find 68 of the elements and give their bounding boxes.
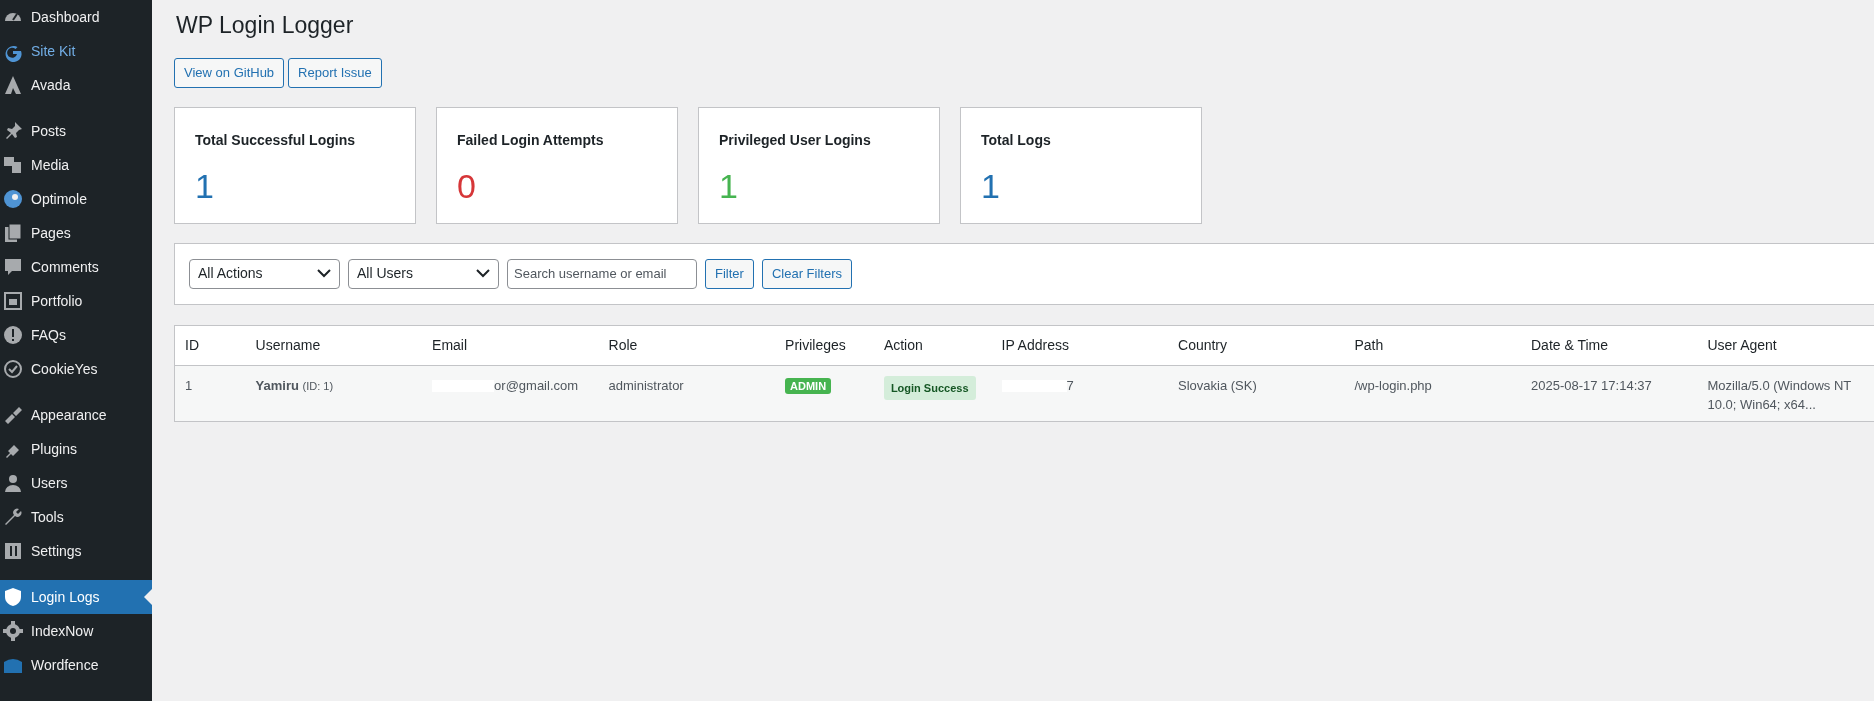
page-title: WP Login Logger [176, 12, 355, 40]
username: Yamiru [255, 377, 299, 393]
filter-button[interactable]: Filter [705, 258, 754, 289]
privilege-badge: ADMIN [785, 377, 832, 394]
sidebar-item[interactable]: Login Logs [0, 580, 152, 614]
stat-value: 0 [457, 168, 477, 203]
stat-label: Privileged User Logins [719, 130, 872, 150]
user-icon [2, 472, 24, 494]
github-button[interactable]: View on GitHub [174, 57, 285, 88]
stat-label: Total Successful Logins [195, 130, 356, 150]
sidebar-item[interactable]: Tools [0, 500, 152, 534]
clear-filters-button[interactable]: Clear Filters [761, 258, 852, 289]
sidebar-item[interactable]: Comments [0, 250, 152, 284]
column-header: IP Address [991, 325, 1168, 366]
chevron-down-icon [476, 269, 490, 279]
column-header: Username [245, 325, 423, 366]
speech-bubble-icon [2, 256, 24, 278]
sidebar-item[interactable]: Dashboard [0, 0, 152, 34]
shield-icon [2, 586, 24, 608]
column-header: ID [175, 325, 246, 366]
stat-label: Total Logs [981, 130, 1052, 150]
column-header: Action [873, 325, 992, 366]
table-cell: /wp-login.php [1354, 377, 1432, 393]
sidebar-item[interactable]: FAQs [0, 318, 152, 352]
sidebar-item[interactable]: Posts [0, 114, 152, 148]
dropdown[interactable]: All Actions [189, 258, 340, 289]
table-cell: Mozilla/5.0 (Windows NT 10.0; Win64; x64... [1707, 377, 1851, 413]
column-header: Role [598, 325, 776, 366]
sidebar-item[interactable]: Wordfence [0, 648, 152, 682]
sidebar-item[interactable]: Settings [0, 534, 152, 568]
email-text: or@gmail.com [494, 377, 579, 393]
dropdown[interactable]: All Users [348, 258, 499, 289]
media-icon [2, 154, 24, 176]
user-id: (ID: 1) [302, 379, 334, 392]
mascot-icon [2, 188, 24, 210]
stat-value: 1 [195, 168, 215, 203]
sidebar-item[interactable]: Plugins [0, 432, 152, 466]
column-header: Country [1168, 325, 1345, 366]
column-header: User Agent [1697, 325, 1874, 366]
table-cell: Slovakia (SK) [1178, 377, 1257, 393]
sidebar-item[interactable]: IndexNow [0, 614, 152, 648]
sidebar-item[interactable]: Pages [0, 216, 152, 250]
sidebar-item[interactable]: Users [0, 466, 152, 500]
action-badge: Login Success [883, 375, 976, 401]
column-header: Date & Time [1521, 325, 1698, 366]
report-button[interactable]: Report Issue [288, 57, 382, 88]
sidebar-item[interactable]: Portfolio [0, 284, 152, 318]
sidebar-item[interactable]: Appearance [0, 398, 152, 432]
column-header: Email [422, 325, 599, 366]
search-field[interactable]: Search username or email [507, 258, 697, 289]
cookie-icon [2, 358, 24, 380]
frame-icon [2, 290, 24, 312]
sidebar-item[interactable]: Media [0, 148, 152, 182]
sidebar-item[interactable]: Optimole [0, 182, 152, 216]
sidebar-item[interactable]: CookieYes [0, 352, 152, 386]
table-cell: 1 [185, 377, 193, 393]
stat-value: 1 [719, 168, 739, 203]
column-header: Path [1344, 325, 1521, 366]
triangle-logo-icon [2, 74, 24, 96]
table-cell: administrator [608, 377, 684, 393]
chevron-down-icon [317, 269, 331, 279]
ip-text: 7 [1066, 377, 1074, 393]
table-cell: 2025-08-17 17:14:37 [1531, 377, 1652, 393]
column-header: Privileges [775, 325, 874, 366]
stat-label: Failed Login Attempts [457, 130, 605, 150]
sidebar-item[interactable]: Site Kit [0, 34, 152, 68]
sidebar-item[interactable]: Avada [0, 68, 152, 102]
stat-value: 1 [981, 168, 1001, 203]
